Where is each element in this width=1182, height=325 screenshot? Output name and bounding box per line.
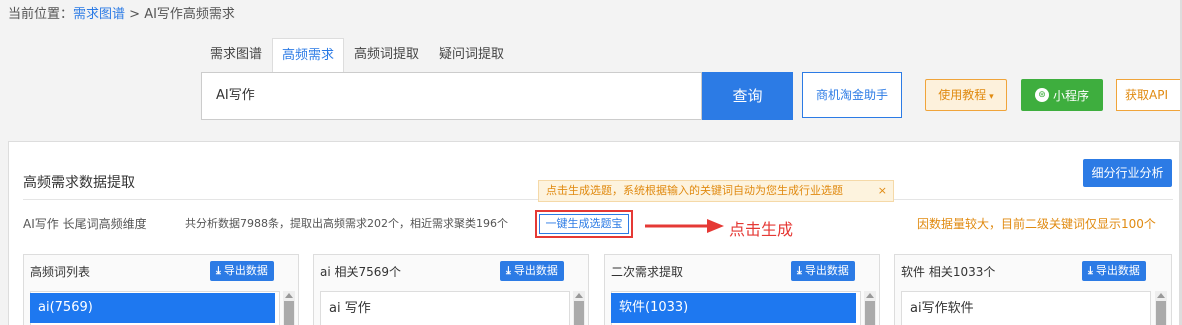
search-button[interactable]: 查询: [702, 72, 793, 120]
export-button[interactable]: ⤓ 导出数据: [1082, 261, 1146, 281]
column-secondary-demand: 二次需求提取 ⤓ 导出数据 软件(1033): [604, 254, 880, 325]
column-title: ai 相关7569个: [320, 265, 402, 279]
generate-tooltip: 点击生成选题，系统根据输入的关键词自动为您生成行业选题 ×: [538, 180, 894, 202]
scroll-thumb[interactable]: [1156, 301, 1166, 325]
search-input[interactable]: AI写作: [201, 72, 702, 120]
export-button[interactable]: ⤓ 导出数据: [500, 261, 564, 281]
scroll-thumb[interactable]: [284, 301, 294, 325]
list-item[interactable]: ai写作软件: [902, 294, 1146, 324]
mini-program-button[interactable]: ⊛ 小程序: [1021, 79, 1103, 111]
tooltip-text: 点击生成选题，系统根据输入的关键词自动为您生成行业选题: [546, 184, 843, 197]
breadcrumb-link-demand-map[interactable]: 需求图谱: [73, 7, 125, 22]
download-icon: ⤓: [506, 264, 511, 277]
column-ai-related: ai 相关7569个 ⤓ 导出数据 ai 写作: [313, 254, 589, 325]
scroll-up-icon[interactable]: [575, 293, 583, 298]
generate-topics-highlight: 一键生成选题宝: [535, 210, 633, 238]
analysis-stats: 共分析数据7988条，提取出高频需求202个，相近需求聚类196个: [185, 217, 508, 230]
column-title: 软件 相关1033个: [901, 265, 996, 279]
industry-analysis-button[interactable]: 细分行业分析: [1083, 159, 1172, 187]
generate-topics-button[interactable]: 一键生成选题宝: [539, 214, 629, 234]
tutorial-label: 使用教程: [938, 88, 987, 102]
word-list: 软件(1033): [611, 291, 861, 325]
tab-question-extract[interactable]: 疑问词提取: [429, 38, 514, 72]
export-label: 导出数据: [513, 264, 558, 277]
list-item[interactable]: ai(7569): [30, 293, 275, 323]
word-list: ai 写作: [320, 291, 570, 325]
column-software-related: 软件 相关1033个 ⤓ 导出数据 ai写作软件: [894, 254, 1172, 325]
assistant-button[interactable]: 商机淘金助手: [802, 72, 902, 118]
scroll-up-icon[interactable]: [866, 293, 874, 298]
download-icon: ⤓: [216, 264, 221, 277]
breadcrumb-prefix: 当前位置：: [8, 7, 74, 22]
scrollbar[interactable]: [573, 291, 585, 325]
list-item[interactable]: ai 写作: [321, 294, 565, 324]
export-label: 导出数据: [804, 264, 849, 277]
arrow-right-icon: [645, 219, 724, 233]
close-icon[interactable]: ×: [878, 181, 887, 201]
export-button[interactable]: ⤓ 导出数据: [791, 261, 855, 281]
breadcrumb-current: AI写作高频需求: [144, 7, 235, 22]
scrollbar[interactable]: [1155, 291, 1167, 325]
mini-program-icon: ⊛: [1034, 88, 1049, 102]
tab-bar: 需求图谱 高频需求 高频词提取 疑问词提取: [200, 38, 514, 72]
get-api-button[interactable]: 获取API: [1116, 79, 1182, 111]
tab-demand-map[interactable]: 需求图谱: [200, 38, 272, 72]
scrollbar[interactable]: [283, 291, 295, 325]
breadcrumb: 当前位置：需求图谱 > AI写作高频需求: [8, 3, 235, 22]
tutorial-dropdown[interactable]: 使用教程 ▾: [925, 79, 1007, 111]
tab-keyword-extract[interactable]: 高频词提取: [344, 38, 429, 72]
column-high-freq-words: 高频词列表 ⤓ 导出数据 ai(7569): [23, 254, 299, 325]
column-title: 高频词列表: [30, 265, 91, 279]
scroll-up-icon[interactable]: [285, 293, 293, 298]
column-title: 二次需求提取: [611, 265, 684, 279]
scrollbar[interactable]: [864, 291, 876, 325]
scroll-thumb[interactable]: [574, 301, 584, 325]
export-button[interactable]: ⤓ 导出数据: [210, 261, 274, 281]
export-label: 导出数据: [223, 264, 268, 277]
data-notice: 因数据量较大，目前二级关键词仅显示100个: [917, 217, 1156, 231]
scroll-up-icon[interactable]: [1157, 293, 1165, 298]
mini-program-label: 小程序: [1052, 88, 1089, 103]
list-item[interactable]: 软件(1033): [611, 293, 856, 323]
dimension-label: AI写作 长尾词高频维度: [23, 217, 147, 231]
tab-high-frequency[interactable]: 高频需求: [272, 38, 345, 72]
panel-title: 高频需求数据提取: [23, 175, 135, 191]
word-list: ai写作软件: [901, 291, 1151, 325]
caret-down-icon: ▾: [986, 92, 994, 102]
click-hint-annotation: 点击生成: [729, 220, 794, 239]
download-icon: ⤓: [797, 264, 802, 277]
download-icon: ⤓: [1088, 264, 1093, 277]
export-label: 导出数据: [1095, 264, 1140, 277]
breadcrumb-separator: >: [125, 7, 145, 22]
word-list: ai(7569): [30, 291, 280, 325]
scroll-thumb[interactable]: [865, 301, 875, 325]
